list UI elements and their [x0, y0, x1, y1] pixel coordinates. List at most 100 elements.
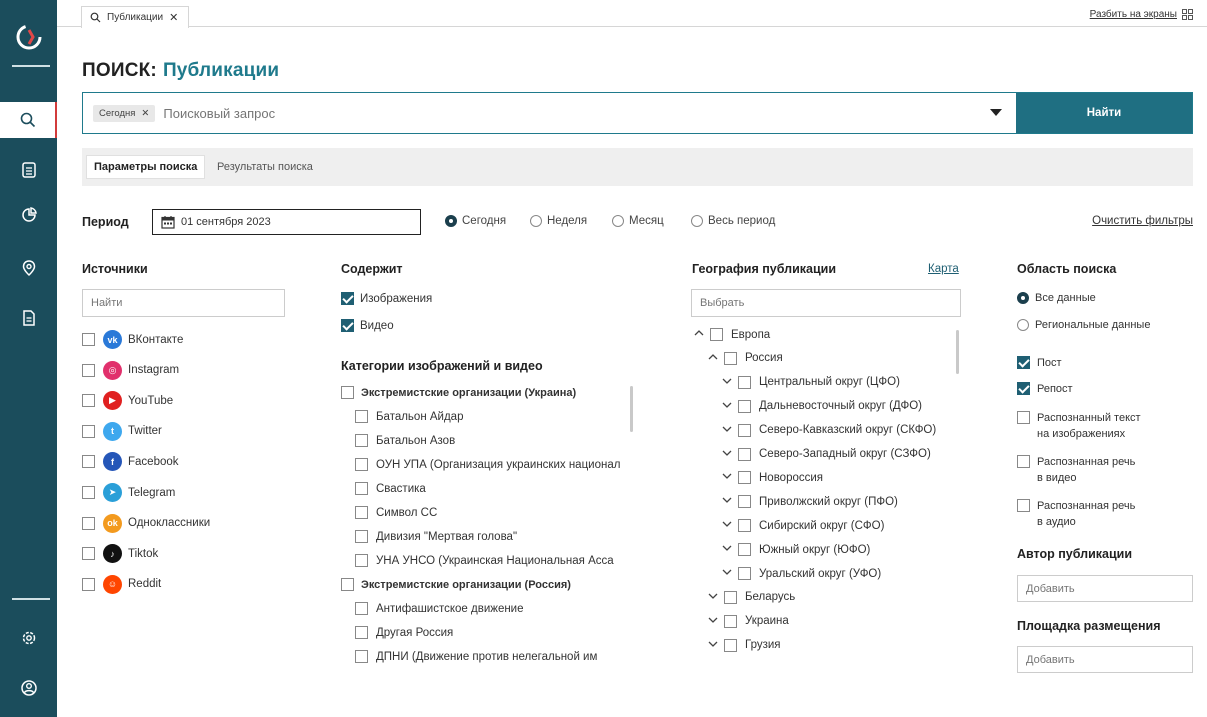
category-item[interactable]: Батальон Айдар: [355, 410, 463, 423]
checkbox-checked[interactable]: [1017, 356, 1030, 369]
chevron-down-icon[interactable]: [706, 592, 720, 603]
chevron-down-icon[interactable]: [990, 109, 1002, 116]
checkbox[interactable]: [724, 638, 737, 652]
platform-input[interactable]: [1017, 646, 1193, 673]
checkbox[interactable]: [355, 650, 368, 663]
sources-search-input[interactable]: [82, 289, 285, 317]
close-icon[interactable]: ✕: [141, 108, 149, 119]
contains-video[interactable]: Видео: [341, 319, 394, 332]
geo-item[interactable]: Южный округ (ЮФО): [720, 543, 870, 557]
tab-publications[interactable]: Публикации ✕: [81, 6, 190, 28]
checkbox[interactable]: [355, 530, 368, 543]
sidebar-item-search[interactable]: [0, 102, 57, 138]
geo-item[interactable]: Дальневосточный округ (ДФО): [720, 399, 922, 413]
chevron-down-icon[interactable]: [706, 616, 720, 627]
radio[interactable]: [612, 215, 624, 227]
source-item[interactable]: ◎ Instagram: [82, 360, 179, 380]
geo-item[interactable]: Сибирский округ (СФО): [720, 519, 884, 533]
checkbox[interactable]: [738, 495, 751, 509]
checkbox-checked[interactable]: [1017, 382, 1030, 395]
date-input[interactable]: 01 сентября 2023: [152, 209, 421, 235]
source-item[interactable]: vk ВКонтакте: [82, 330, 183, 349]
checkbox[interactable]: [82, 333, 95, 346]
checkbox[interactable]: [738, 423, 751, 437]
chevron-down-icon[interactable]: [720, 449, 734, 460]
checkbox[interactable]: [738, 447, 751, 461]
scope-post[interactable]: Пост: [1017, 356, 1062, 369]
checkbox[interactable]: [355, 458, 368, 471]
scope-all-data[interactable]: Все данные: [1017, 292, 1096, 304]
checkbox[interactable]: [355, 626, 368, 639]
chevron-up-icon[interactable]: [706, 353, 720, 364]
scope-speech-audio[interactable]: Распознанная речь в аудио: [1017, 498, 1135, 530]
checkbox[interactable]: [710, 328, 723, 341]
geo-item[interactable]: Беларусь: [706, 590, 795, 604]
checkbox[interactable]: [355, 554, 368, 567]
category-item[interactable]: Свастика: [355, 482, 426, 495]
checkbox[interactable]: [82, 394, 95, 408]
chevron-down-icon[interactable]: [720, 472, 734, 483]
checkbox[interactable]: [738, 519, 751, 533]
close-icon[interactable]: ✕: [169, 11, 178, 24]
source-item[interactable]: ▶ YouTube: [82, 391, 173, 411]
period-option-today[interactable]: Сегодня: [445, 215, 506, 227]
geo-item[interactable]: Северо-Западный округ (СЗФО): [720, 447, 931, 461]
geo-item[interactable]: Украина: [706, 614, 789, 628]
period-option-week[interactable]: Неделя: [530, 215, 587, 227]
checkbox[interactable]: [724, 614, 737, 628]
tab-search-params[interactable]: Параметры поиска: [86, 155, 206, 179]
category-item[interactable]: ДПНИ (Движение против нелегальной им: [355, 650, 597, 663]
checkbox[interactable]: [1017, 411, 1030, 424]
category-item[interactable]: Другая Россия: [355, 626, 453, 639]
geo-item[interactable]: Россия: [706, 351, 783, 365]
source-item[interactable]: f Facebook: [82, 452, 179, 472]
geo-item[interactable]: Северо-Кавказский округ (СКФО): [720, 423, 936, 437]
period-chip[interactable]: Сегодня ✕: [93, 104, 156, 122]
sidebar-item-reports[interactable]: [0, 300, 57, 336]
geo-item[interactable]: Грузия: [706, 638, 781, 652]
checkbox[interactable]: [738, 375, 751, 389]
checkbox[interactable]: [355, 410, 368, 423]
checkbox[interactable]: [738, 543, 751, 557]
checkbox[interactable]: [341, 386, 354, 399]
checkbox[interactable]: [341, 578, 354, 591]
geo-item[interactable]: Уральский округ (УФО): [720, 567, 881, 580]
radio[interactable]: [530, 215, 542, 227]
checkbox[interactable]: [82, 455, 95, 469]
sidebar-item-geo[interactable]: [0, 250, 57, 286]
period-option-all[interactable]: Весь период: [691, 215, 775, 227]
chevron-down-icon[interactable]: [706, 640, 720, 651]
geo-item[interactable]: Приволжский округ (ПФО): [720, 495, 898, 509]
checkbox[interactable]: [82, 516, 95, 530]
category-group[interactable]: Экстремистские организации (Украина): [341, 386, 576, 399]
contains-images[interactable]: Изображения: [341, 292, 432, 305]
checkbox[interactable]: [355, 506, 368, 519]
scope-speech-video[interactable]: Распознанная речь в видео: [1017, 454, 1135, 486]
geo-item[interactable]: Новороссия: [720, 471, 823, 485]
checkbox[interactable]: [724, 351, 737, 365]
geo-select-input[interactable]: [691, 289, 961, 317]
split-screens-link[interactable]: Разбить на экраны: [1090, 9, 1193, 20]
category-item[interactable]: УНА УНСО (Украинская Национальная Асса: [355, 554, 614, 567]
map-link[interactable]: Карта: [928, 263, 959, 275]
checkbox[interactable]: [738, 399, 751, 413]
sidebar-item-settings[interactable]: [0, 620, 57, 656]
checkbox[interactable]: [738, 471, 751, 485]
category-item[interactable]: Дивизия "Мертвая голова": [355, 530, 517, 543]
sidebar-item-profile[interactable]: [0, 670, 57, 706]
checkbox-checked[interactable]: [341, 292, 354, 305]
period-option-month[interactable]: Месяц: [612, 215, 664, 227]
checkbox[interactable]: [1017, 499, 1030, 512]
category-item[interactable]: Символ СС: [355, 506, 437, 519]
checkbox[interactable]: [82, 547, 95, 561]
category-item[interactable]: ОУН УПА (Организация украинских национал: [355, 458, 620, 471]
chevron-down-icon[interactable]: [720, 544, 734, 555]
radio-selected[interactable]: [445, 215, 457, 227]
checkbox[interactable]: [738, 567, 751, 580]
geo-item[interactable]: Центральный округ (ЦФО): [720, 375, 900, 389]
find-button[interactable]: Найти: [1016, 93, 1192, 133]
clear-filters-link[interactable]: Очистить фильтры: [1092, 215, 1193, 227]
scope-ocr-text[interactable]: Распознанный текст на изображениях: [1017, 410, 1141, 442]
checkbox[interactable]: [355, 482, 368, 495]
radio-selected[interactable]: [1017, 292, 1029, 304]
